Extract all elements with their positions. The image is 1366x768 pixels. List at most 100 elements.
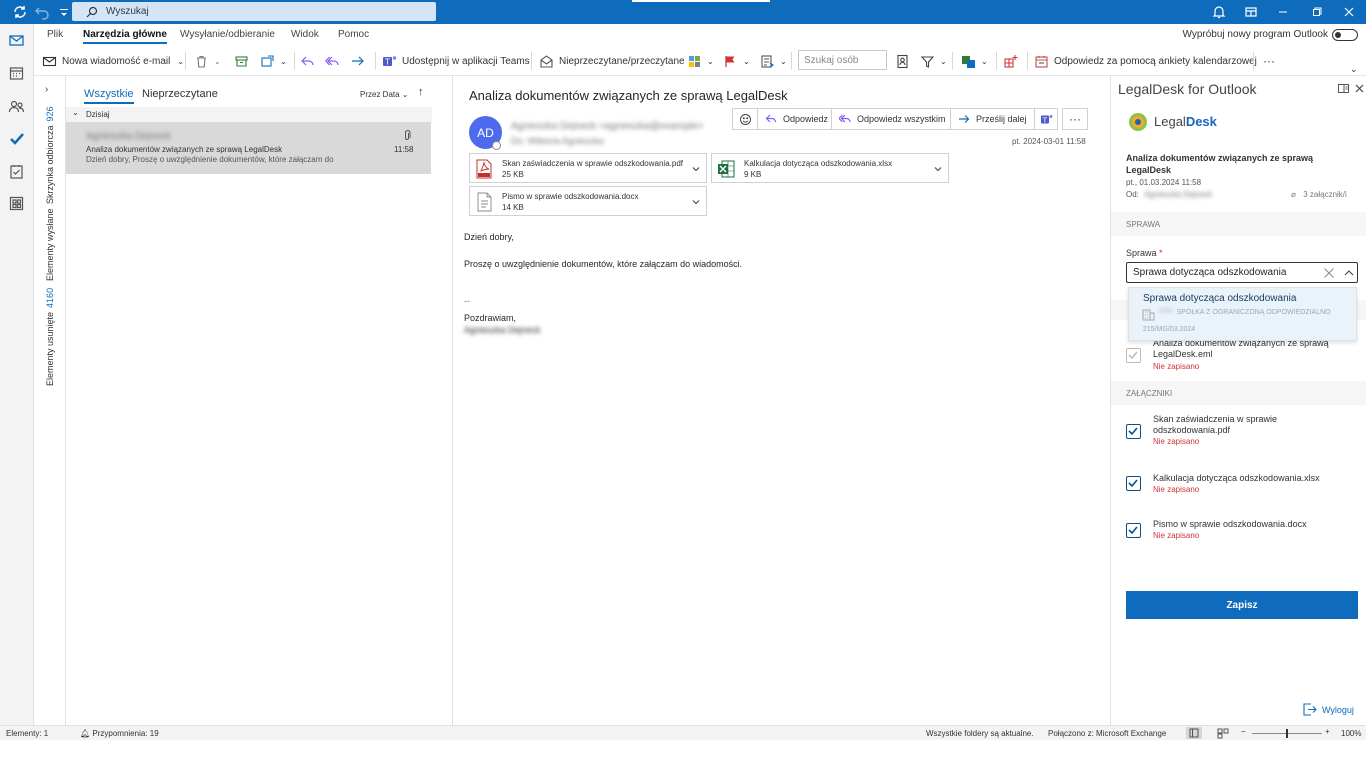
case-dropdown-option[interactable]: Sprawa dotycząca odszkodowania ***** SPÓ…	[1128, 287, 1357, 341]
rules-button[interactable]: ⌄	[760, 52, 787, 70]
filter-button[interactable]: ⌄	[920, 52, 947, 70]
addin-button[interactable]	[1003, 52, 1023, 70]
folder-deleted[interactable]: Elementy usunięte 4160	[45, 288, 55, 386]
expand-folders-icon[interactable]: ›	[45, 84, 48, 95]
chevron-down-icon[interactable]: ⌄	[743, 57, 750, 66]
chevron-up-icon[interactable]	[1343, 267, 1355, 279]
chevron-down-icon[interactable]: ⌄	[707, 57, 714, 66]
delete-button[interactable]: ⌄	[194, 52, 221, 70]
forward-button[interactable]	[350, 52, 370, 70]
translate-button[interactable]: ⌄	[961, 52, 988, 70]
tasks-icon[interactable]	[8, 163, 25, 180]
attachment-checkbox-2[interactable]	[1126, 476, 1141, 491]
chevron-down-icon[interactable]: ⌄	[780, 57, 787, 66]
attachment-checkbox-3[interactable]	[1126, 523, 1141, 538]
attachment-card[interactable]: Pismo w sprawie odszkodowania.docx 14 KB	[469, 186, 707, 216]
minimize-button[interactable]	[1268, 0, 1298, 24]
tab-home[interactable]: Narzędzia główne	[83, 29, 167, 44]
tab-file[interactable]: Plik	[47, 29, 63, 40]
zoom-slider-thumb[interactable]	[1286, 729, 1288, 738]
eml-checkbox[interactable]	[1126, 348, 1141, 363]
chevron-down-icon[interactable]	[691, 164, 701, 174]
mail-icon[interactable]	[8, 32, 25, 49]
folder-inbox[interactable]: Skrzynka odbiorcza 926	[45, 106, 55, 204]
status-reminders[interactable]: 🔔︎ Przypomnienia: 19	[80, 729, 159, 738]
apps-icon[interactable]	[8, 195, 25, 212]
chevron-down-icon[interactable]	[691, 197, 701, 207]
chevron-down-icon[interactable]: ⌄	[940, 57, 947, 66]
archive-button[interactable]	[234, 52, 254, 70]
close-button[interactable]	[1334, 0, 1364, 24]
title-accent	[632, 0, 770, 2]
envelope-open-icon	[539, 54, 554, 69]
calendar-icon[interactable]	[8, 65, 25, 82]
undo-icon[interactable]	[34, 4, 50, 20]
unread-read-label: Nieprzeczytane/przeczytane	[559, 55, 685, 67]
folder-sent[interactable]: Elementy wysłane	[45, 208, 55, 281]
tab-help[interactable]: Pomoc	[338, 29, 369, 40]
email-from[interactable]: Agnieszka Dejneck <agnieszka@example>	[511, 121, 703, 132]
list-item[interactable]: Agnieszka Dejneck Analiza dokumentów zwi…	[66, 122, 431, 174]
case-combobox[interactable]: Sprawa dotycząca odszkodowania	[1126, 262, 1358, 283]
more-actions-button[interactable]: ···	[1062, 108, 1088, 130]
sort-direction-icon[interactable]: ↑	[418, 86, 424, 98]
customize-toolbar-icon[interactable]	[56, 4, 72, 20]
search-people-input[interactable]: Szukaj osób	[798, 50, 887, 70]
sync-icon[interactable]	[12, 4, 28, 20]
layout-icon[interactable]	[1236, 0, 1266, 24]
restore-button[interactable]	[1302, 0, 1332, 24]
sort-dropdown[interactable]: Przez Data ⌄	[360, 90, 409, 99]
emoji-reaction-button[interactable]	[732, 108, 758, 130]
new-email-button[interactable]: Nowa wiadomość e-mail ⌄	[42, 52, 184, 70]
filter-tab-all[interactable]: Wszystkie	[84, 88, 134, 104]
zoom-in-button[interactable]: +	[1325, 727, 1330, 736]
attachment-card[interactable]: Skan zaświadczenia w sprawie odszkodowan…	[469, 153, 707, 183]
todo-icon[interactable]	[8, 130, 25, 147]
email-to[interactable]: Do: Wiktoria Agnieszka	[511, 136, 604, 146]
address-book-button[interactable]	[895, 52, 915, 70]
reply-poll-button[interactable]: Odpowiedz za pomocą ankiety kalendarzowe…	[1034, 52, 1257, 70]
reply-all-action-button[interactable]: Odpowiedz wszystkim	[831, 108, 954, 130]
reply-action-button[interactable]: Odpowiedz	[757, 108, 837, 130]
chevron-down-icon[interactable]: ⌄	[981, 57, 988, 66]
clear-icon[interactable]	[1323, 267, 1335, 279]
chevron-down-icon[interactable]: ⌄	[214, 57, 221, 66]
save-button[interactable]: Zapisz	[1126, 591, 1358, 619]
rules-icon	[760, 54, 775, 69]
chevron-down-icon[interactable]	[933, 164, 943, 174]
group-header-today[interactable]: ⌄ Dzisiaj	[66, 107, 432, 122]
forward-action-button[interactable]: Prześlij dalej	[950, 108, 1035, 130]
email-date: pt. 2024-03-01 11:58	[1012, 137, 1086, 146]
title-bar: Wyszukaj	[0, 0, 1366, 24]
filter-tab-unread[interactable]: Nieprzeczytane	[142, 88, 218, 100]
search-input[interactable]: Wyszukaj	[72, 2, 436, 21]
bell-icon[interactable]	[1204, 0, 1234, 24]
move-button[interactable]: ⌄	[260, 52, 287, 70]
attachment-checkbox-1[interactable]	[1126, 424, 1141, 439]
reply-all-button[interactable]	[325, 52, 345, 70]
close-pane-icon[interactable]	[1354, 83, 1365, 94]
unread-read-button[interactable]: Nieprzeczytane/przeczytane	[539, 52, 685, 70]
categorize-button[interactable]: ⌄	[687, 52, 714, 70]
try-new-outlook-toggle[interactable]	[1332, 29, 1358, 41]
logout-button[interactable]: Wyloguj	[1302, 702, 1354, 717]
teams-share-button[interactable]: T	[1034, 108, 1058, 130]
ribbon: Nowa wiadomość e-mail ⌄ ⌄ ⌄ T Udostępnij…	[34, 46, 1366, 76]
chevron-down-icon[interactable]: ⌄	[280, 57, 287, 66]
reading-view-icon[interactable]	[1216, 727, 1230, 739]
people-icon[interactable]	[8, 98, 25, 115]
pin-pane-icon[interactable]	[1337, 82, 1350, 95]
normal-view-icon[interactable]	[1186, 727, 1202, 739]
more-options-button[interactable]: ···	[1263, 52, 1275, 70]
tab-send-receive[interactable]: Wysyłanie/odbieranie	[180, 29, 275, 40]
attachment-card[interactable]: Kalkulacja dotycząca odszkodowania.xlsx …	[711, 153, 949, 183]
reply-button[interactable]	[300, 52, 320, 70]
flag-button[interactable]: ⌄	[723, 52, 750, 70]
folder-deleted-count: 4160	[45, 287, 55, 308]
zoom-out-button[interactable]: −	[1241, 727, 1246, 736]
ribbon-divider	[185, 52, 186, 70]
addin-mail-subject: Analiza dokumentów związanych ze sprawą …	[1126, 153, 1314, 175]
share-teams-button[interactable]: T Udostępnij w aplikacji Teams	[382, 52, 530, 70]
chevron-down-icon[interactable]: ⌄	[177, 57, 184, 66]
tab-view[interactable]: Widok	[291, 29, 319, 40]
